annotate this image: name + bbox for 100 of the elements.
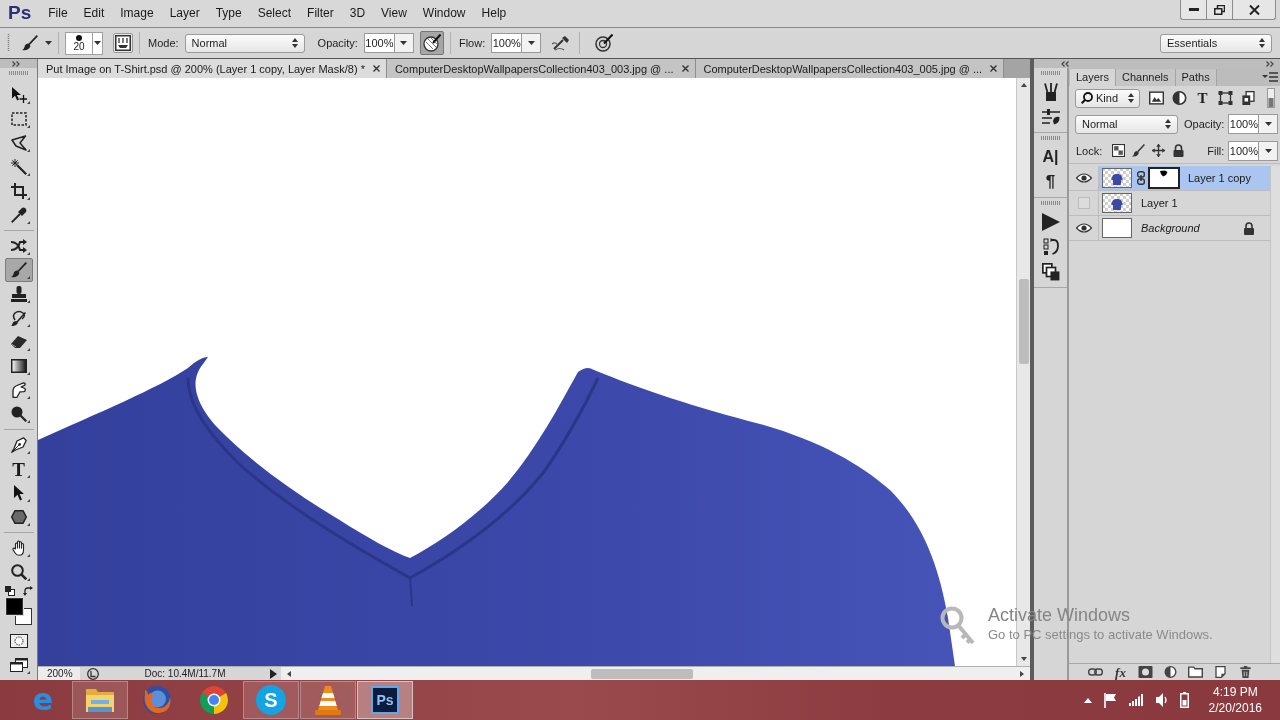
padlock-icon[interactable] — [1171, 144, 1185, 157]
clock-time[interactable]: 4:19 PM — [1212, 684, 1258, 700]
magnifier-icon[interactable] — [10, 564, 27, 580]
dock-panel-button[interactable]: A| — [1037, 144, 1064, 169]
swirl-brush-icon[interactable] — [10, 310, 27, 326]
move-pointer-icon[interactable] — [10, 87, 27, 103]
panel-menu-icon[interactable] — [1262, 72, 1279, 82]
taskbar-app-button[interactable] — [300, 681, 356, 719]
move-arrows-icon[interactable] — [1151, 144, 1165, 157]
filter-button[interactable]: T — [1191, 88, 1214, 108]
link-icon[interactable] — [1088, 666, 1103, 678]
layer-action-button[interactable]: fx — [1108, 664, 1133, 680]
eye-icon[interactable] — [1075, 173, 1092, 183]
caret-icon[interactable] — [527, 41, 535, 45]
fill-field[interactable]: 100% — [1228, 140, 1260, 161]
close-icon[interactable] — [1248, 4, 1260, 15]
workspace-dropdown[interactable]: Essentials — [1160, 33, 1272, 53]
brush-icon[interactable] — [1131, 144, 1145, 157]
minimize-button[interactable] — [1180, 0, 1206, 20]
dashed-rectangle-icon[interactable] — [10, 111, 27, 127]
eye-icon[interactable] — [1075, 223, 1092, 233]
brush-icon[interactable] — [22, 35, 38, 51]
grip-icon[interactable] — [8, 71, 29, 75]
double-chevron-icon[interactable] — [12, 60, 20, 67]
paddle-icon[interactable] — [10, 406, 27, 422]
close-button[interactable] — [1232, 0, 1276, 20]
up-triangle-icon[interactable] — [1083, 697, 1092, 703]
crossed-arrows-icon[interactable] — [10, 238, 27, 254]
horizontal-scrollbar[interactable] — [281, 667, 1030, 680]
document-tab[interactable]: ComputerDesktopWallpapersCollection403_003.jpg @ ... — [386, 59, 696, 78]
menu-item[interactable]: 3D — [341, 6, 374, 20]
menu-item[interactable]: Filter — [299, 6, 342, 20]
up-arrow-icon[interactable] — [1020, 83, 1027, 87]
minimize-icon[interactable] — [1188, 8, 1199, 11]
panel-scrollbar[interactable] — [1270, 166, 1280, 663]
tricolor-circle-icon[interactable] — [199, 685, 229, 715]
swap-arrows-icon[interactable] — [22, 586, 33, 596]
menu-item[interactable]: Image — [112, 6, 162, 20]
menu-item[interactable]: Select — [249, 6, 300, 20]
updown-arrows-icon[interactable] — [1165, 119, 1171, 129]
quick-mask-icon[interactable] — [9, 634, 28, 648]
menu-item[interactable]: Edit — [75, 6, 113, 20]
caret-icon[interactable] — [1264, 148, 1272, 153]
taskbar-app-button[interactable] — [72, 681, 128, 719]
grip-icon[interactable] — [1040, 70, 1061, 75]
taskbar-app-button[interactable]: Ps — [357, 681, 413, 719]
close-icon[interactable] — [681, 65, 689, 72]
grip-icon[interactable] — [7, 34, 10, 52]
caret-icon[interactable] — [400, 41, 408, 45]
traffic-cone-icon[interactable] — [313, 685, 343, 715]
eyedropper-icon[interactable] — [10, 207, 27, 223]
caret-icon[interactable] — [45, 41, 52, 45]
hexagon-icon[interactable] — [10, 509, 27, 525]
filter-kind-dropdown[interactable]: Kind — [1075, 88, 1140, 108]
clock-date[interactable]: 2/20/2016 — [1208, 700, 1262, 716]
new-page-icon[interactable] — [1213, 666, 1228, 678]
eraser-icon[interactable] — [10, 334, 27, 350]
zoom-field[interactable]: 200% — [38, 667, 80, 680]
layer-thumbnail[interactable] — [1102, 193, 1132, 213]
menu-item[interactable]: File — [40, 6, 76, 20]
tool-button[interactable] — [4, 258, 33, 282]
panel-tab[interactable]: Channels — [1116, 69, 1176, 86]
layer-thumbnail[interactable] — [1102, 218, 1132, 238]
caret-icon[interactable] — [94, 41, 101, 45]
layer-row[interactable]: Layer 1 — [1069, 191, 1271, 216]
menu-item[interactable]: View — [373, 6, 415, 20]
flow-dropdown-button[interactable] — [522, 33, 542, 53]
search-icon[interactable] — [1081, 92, 1093, 104]
menu-item[interactable]: Layer — [161, 6, 208, 20]
caret-icon[interactable] — [1264, 122, 1272, 126]
checker-square-icon[interactable] — [1111, 144, 1125, 157]
pen-nib-icon[interactable] — [10, 437, 27, 453]
gradient-icon[interactable] — [10, 358, 27, 374]
crop-icon[interactable] — [10, 183, 27, 199]
folder-icon[interactable] — [1188, 666, 1203, 678]
toggle-switch-icon[interactable] — [1267, 88, 1275, 108]
panel-tab[interactable]: Layers — [1070, 69, 1117, 86]
menu-item[interactable]: Window — [414, 6, 474, 20]
mode-dropdown[interactable]: Normal — [184, 33, 305, 53]
double-chevron-icon[interactable] — [1266, 60, 1274, 67]
magic-wand-icon[interactable] — [10, 159, 27, 175]
restore-icon[interactable] — [1214, 4, 1225, 15]
close-icon[interactable] — [372, 65, 380, 72]
screen-mode-icon[interactable] — [9, 658, 28, 672]
layer-opacity-dropdown-button[interactable] — [1259, 114, 1279, 134]
menu-item[interactable]: Help — [473, 6, 515, 20]
layer-thumbnail[interactable] — [1102, 168, 1132, 188]
polygon-lasso-icon[interactable] — [10, 135, 27, 151]
trash-icon[interactable] — [1238, 666, 1253, 678]
document-tab[interactable]: ComputerDesktopWallpapersCollection403_005.jpg @ ... — [695, 59, 1005, 78]
grip-icon[interactable] — [1040, 135, 1061, 140]
scrollbar-thumb[interactable] — [591, 668, 693, 679]
left-arrow-icon[interactable] — [287, 670, 291, 677]
dock-panel-button[interactable]: ¶ — [1037, 169, 1064, 194]
mask-icon[interactable] — [1138, 666, 1153, 678]
brush-tip-icon[interactable] — [76, 34, 82, 41]
stamp-icon[interactable] — [10, 286, 27, 302]
restore-button[interactable] — [1206, 0, 1232, 20]
battery-icon[interactable] — [1179, 692, 1189, 708]
circle-arrow-icon[interactable] — [87, 667, 99, 680]
